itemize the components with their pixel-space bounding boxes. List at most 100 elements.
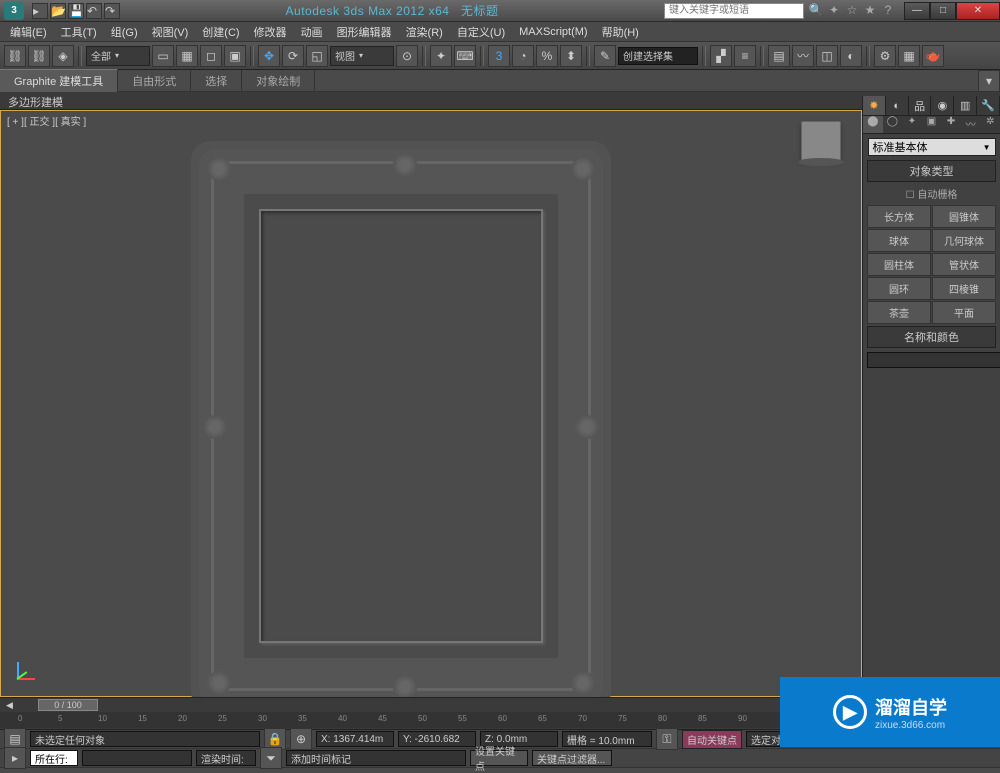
create-tab-icon[interactable]: ✸ <box>863 96 886 115</box>
menu-modifiers[interactable]: 修改器 <box>248 22 293 42</box>
align-icon[interactable]: ≡ <box>734 45 756 67</box>
snap-3-icon[interactable]: 3 <box>488 45 510 67</box>
select-name-icon[interactable]: ▦ <box>176 45 198 67</box>
render-setup-icon[interactable]: ⚙ <box>874 45 896 67</box>
ribbon-tab-freeform[interactable]: 自由形式 <box>118 70 191 92</box>
maximize-button[interactable]: □ <box>930 2 956 20</box>
autogrid-checkbox[interactable]: ☐ 自动栅格 <box>863 184 1000 203</box>
prim-cone[interactable]: 圆锥体 <box>932 205 996 228</box>
motion-tab-icon[interactable]: ◉ <box>931 96 954 115</box>
key-filter-button[interactable]: 关键点过滤器... <box>532 750 612 766</box>
ribbon-tab-graphite[interactable]: Graphite 建模工具 <box>0 69 118 92</box>
display-tab-icon[interactable]: ▥ <box>954 96 977 115</box>
qat-save-icon[interactable]: 💾 <box>68 3 84 19</box>
menu-customize[interactable]: 自定义(U) <box>451 22 511 42</box>
manip-icon[interactable]: ✦ <box>430 45 452 67</box>
menu-tools[interactable]: 工具(T) <box>55 22 103 42</box>
ribbon-tab-objectpaint[interactable]: 对象绘制 <box>242 70 315 92</box>
prim-pyramid[interactable]: 四棱锥 <box>932 277 996 300</box>
menu-grapheditors[interactable]: 图形编辑器 <box>331 22 398 42</box>
set-key-button[interactable]: 设置关键点 <box>470 750 528 766</box>
prim-torus[interactable]: 圆环 <box>867 277 931 300</box>
comm-icon[interactable]: ☆ <box>844 3 860 19</box>
object-name-input[interactable] <box>867 352 1000 368</box>
cameras-icon[interactable]: ▣ <box>922 116 942 133</box>
menu-maxscript[interactable]: MAXScript(M) <box>513 24 593 40</box>
qat-undo-icon[interactable]: ↶ <box>86 3 102 19</box>
coord-y[interactable]: Y: -2610.682 <box>398 731 476 747</box>
ribbon-collapse-icon[interactable]: ▾ <box>978 70 1000 92</box>
menu-group[interactable]: 组(G) <box>105 22 144 42</box>
qat-new-icon[interactable]: ▸ <box>32 3 48 19</box>
rotate-icon[interactable]: ⟳ <box>282 45 304 67</box>
viewport-label[interactable]: [ + ][ 正交 ][ 真实 ] <box>7 113 86 128</box>
select-icon[interactable]: ▭ <box>152 45 174 67</box>
qat-open-icon[interactable]: 📂 <box>50 3 66 19</box>
menu-view[interactable]: 视图(V) <box>146 22 195 42</box>
pivot-icon[interactable]: ⊙ <box>396 45 418 67</box>
close-button[interactable]: ✕ <box>956 2 1000 20</box>
subs-icon[interactable]: ✦ <box>826 3 842 19</box>
add-time-tag[interactable]: 添加时间标记 <box>286 750 466 766</box>
category-dropdown[interactable]: 标准基本体▼ <box>868 138 996 156</box>
key-icon[interactable]: ⚿ <box>656 728 678 750</box>
qat-redo-icon[interactable]: ↷ <box>104 3 120 19</box>
time-slider[interactable]: ◀ 0 / 100 ▶ <box>0 698 862 712</box>
render-icon[interactable]: 🫖 <box>922 45 944 67</box>
hierarchy-tab-icon[interactable]: 品 <box>909 96 932 115</box>
prim-box[interactable]: 长方体 <box>867 205 931 228</box>
spinner-snap-icon[interactable]: ⬍ <box>560 45 582 67</box>
link-icon[interactable]: ⛓ <box>4 45 26 67</box>
time-ruler[interactable]: 051015202530354045505560657075808590 <box>0 712 862 728</box>
geometry-icon[interactable]: ⬤ <box>863 116 883 133</box>
menu-help[interactable]: 帮助(H) <box>596 22 645 42</box>
prim-geosphere[interactable]: 几何球体 <box>932 229 996 252</box>
schematic-icon[interactable]: ◫ <box>816 45 838 67</box>
bind-icon[interactable]: ◈ <box>52 45 74 67</box>
prim-teapot[interactable]: 茶壶 <box>867 301 931 324</box>
percent-snap-icon[interactable]: % <box>536 45 558 67</box>
section-name-color[interactable]: 名称和颜色 <box>867 326 996 348</box>
help-search-input[interactable] <box>664 3 804 19</box>
utilities-tab-icon[interactable]: 🔧 <box>977 96 1000 115</box>
helpers-icon[interactable]: ✚ <box>941 116 961 133</box>
angle-snap-icon[interactable]: ◔ <box>512 45 534 67</box>
prim-plane[interactable]: 平面 <box>932 301 996 324</box>
material-editor-icon[interactable]: ◐ <box>840 45 862 67</box>
prim-cylinder[interactable]: 圆柱体 <box>867 253 931 276</box>
layer-icon[interactable]: ▤ <box>768 45 790 67</box>
auto-key-button[interactable]: 自动关键点 <box>682 730 742 749</box>
ribbon-subpanel[interactable]: 多边形建模 <box>0 92 1000 110</box>
mirror-icon[interactable]: ▞ <box>710 45 732 67</box>
window-crossing-icon[interactable]: ▣ <box>224 45 246 67</box>
shapes-icon[interactable]: ◯ <box>883 116 903 133</box>
select-rect-icon[interactable]: ◻ <box>200 45 222 67</box>
transform-type-icon[interactable]: ⊕ <box>290 728 312 750</box>
coord-x[interactable]: X: 1367.414m <box>316 731 394 747</box>
time-slider-handle[interactable]: 0 / 100 <box>38 699 98 711</box>
prim-tube[interactable]: 管状体 <box>932 253 996 276</box>
menu-animation[interactable]: 动画 <box>295 22 329 42</box>
ribbon-tab-selection[interactable]: 选择 <box>191 70 242 92</box>
search-icon[interactable]: 🔍 <box>808 3 824 19</box>
selection-set-dropdown[interactable]: 创建选择集 <box>618 47 698 65</box>
selection-filter-dropdown[interactable]: 全部 <box>86 46 150 66</box>
viewport[interactable]: [ + ][ 正交 ][ 真实 ] <box>0 110 862 697</box>
move-icon[interactable]: ✥ <box>258 45 280 67</box>
modify-tab-icon[interactable]: ◐ <box>886 96 909 115</box>
unlink-icon[interactable]: ⛓ <box>28 45 50 67</box>
time-tag-icon[interactable]: ⏷ <box>260 747 282 769</box>
ref-coord-dropdown[interactable]: 视图 <box>330 46 394 66</box>
help-icon[interactable]: ? <box>880 3 896 19</box>
scale-icon[interactable]: ◱ <box>306 45 328 67</box>
curve-editor-icon[interactable]: 〰 <box>792 45 814 67</box>
named-sel-icon[interactable]: ✎ <box>594 45 616 67</box>
render-frame-icon[interactable]: ▦ <box>898 45 920 67</box>
viewcube[interactable] <box>801 121 841 161</box>
systems-icon[interactable]: ✲ <box>980 116 1000 133</box>
listener-icon[interactable]: ▸ <box>4 747 26 769</box>
menu-render[interactable]: 渲染(R) <box>400 22 449 42</box>
section-object-type[interactable]: 对象类型 <box>867 160 996 182</box>
spacewarps-icon[interactable]: 〰 <box>961 116 981 133</box>
prim-sphere[interactable]: 球体 <box>867 229 931 252</box>
